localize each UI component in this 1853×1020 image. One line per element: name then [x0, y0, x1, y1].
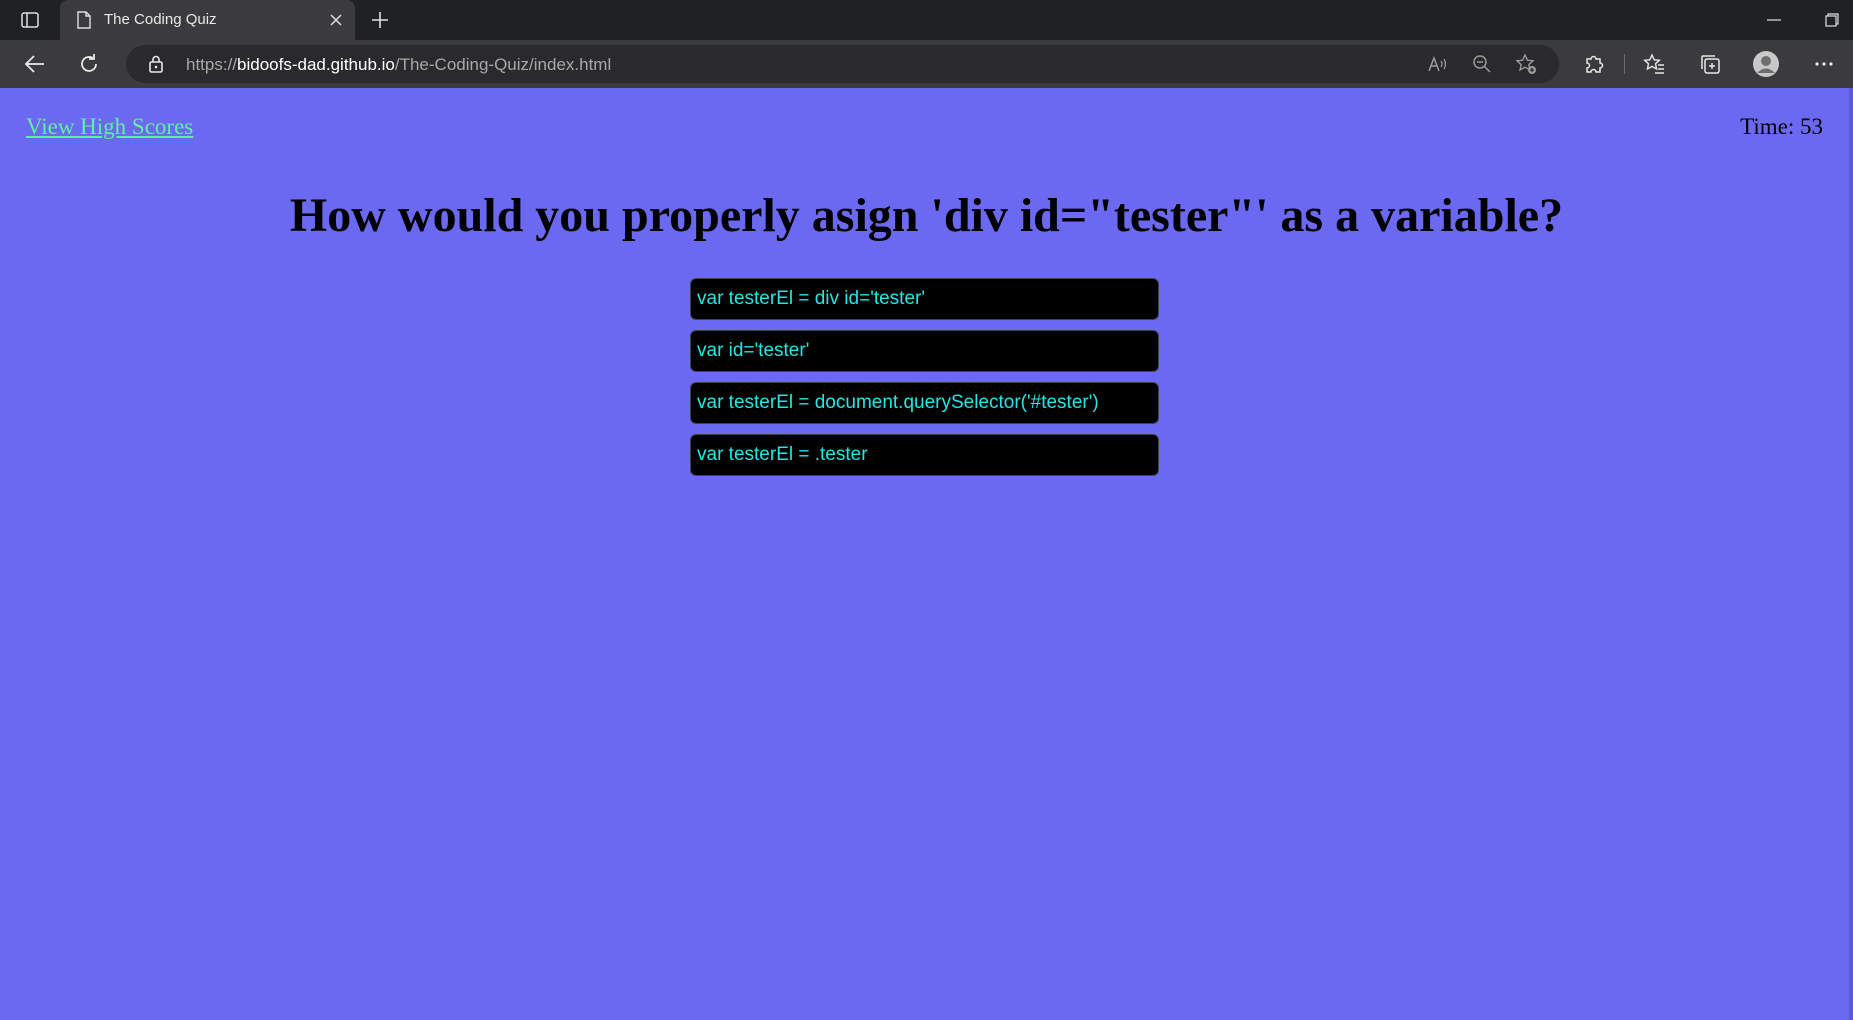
reload-button[interactable]: [72, 48, 106, 80]
url-scheme: https://: [186, 55, 238, 74]
plus-icon: [372, 12, 388, 28]
new-tab-button[interactable]: [366, 8, 394, 32]
browser-toolbar: https://bidoofs-dad.github.io/The-Coding…: [0, 40, 1853, 88]
lock-icon[interactable]: [146, 54, 166, 74]
more-icon[interactable]: [1810, 50, 1838, 78]
timer-label: Time:: [1740, 114, 1800, 139]
answer-button-1[interactable]: var testerEl = div id='tester': [690, 278, 1159, 320]
puzzle-icon[interactable]: [1580, 50, 1608, 78]
back-arrow-icon: [24, 55, 44, 73]
collections-icon[interactable]: [1696, 50, 1724, 78]
page-icon: [74, 10, 94, 30]
back-button[interactable]: [18, 48, 52, 80]
url-path: /The-Coding-Quiz/index.html: [394, 55, 612, 74]
url-host: bidoofs-dad.github.io: [237, 55, 395, 74]
answer-button-2[interactable]: var id='tester': [690, 330, 1159, 372]
url-text[interactable]: https://bidoofs-dad.github.io/The-Coding…: [186, 55, 611, 75]
zoom-out-icon[interactable]: [1470, 53, 1494, 75]
browser-titlebar: The Coding Quiz: [0, 0, 1853, 40]
favorites-icon[interactable]: [1640, 50, 1668, 78]
timer-value: 53: [1800, 114, 1823, 139]
reload-icon: [81, 54, 97, 72]
quiz-page: View High Scores Time: 53 How would you …: [0, 88, 1853, 1020]
profile-icon[interactable]: [1752, 50, 1780, 78]
toolbar-divider: [1624, 54, 1625, 74]
answer-button-4[interactable]: var testerEl = .tester: [690, 434, 1159, 476]
browser-tab[interactable]: The Coding Quiz: [60, 0, 355, 40]
answer-button-3[interactable]: var testerEl = document.querySelector('#…: [690, 382, 1159, 424]
minimize-button[interactable]: [1760, 8, 1788, 32]
timer: Time: 53: [1740, 114, 1823, 140]
read-aloud-icon[interactable]: [1426, 53, 1450, 75]
star-add-icon[interactable]: [1514, 53, 1538, 75]
scrollbar[interactable]: [1849, 88, 1853, 1020]
tab-title: The Coding Quiz: [104, 11, 217, 28]
close-icon[interactable]: [325, 9, 347, 31]
view-high-scores-link[interactable]: View High Scores: [26, 114, 193, 140]
sidebar-toggle-icon[interactable]: [16, 8, 44, 32]
restore-button[interactable]: [1818, 8, 1846, 32]
address-bar[interactable]: https://bidoofs-dad.github.io/The-Coding…: [126, 45, 1559, 83]
question-title: How would you properly asign 'div id="te…: [289, 189, 1564, 242]
answer-list: var testerEl = div id='tester' var id='t…: [690, 278, 1159, 486]
